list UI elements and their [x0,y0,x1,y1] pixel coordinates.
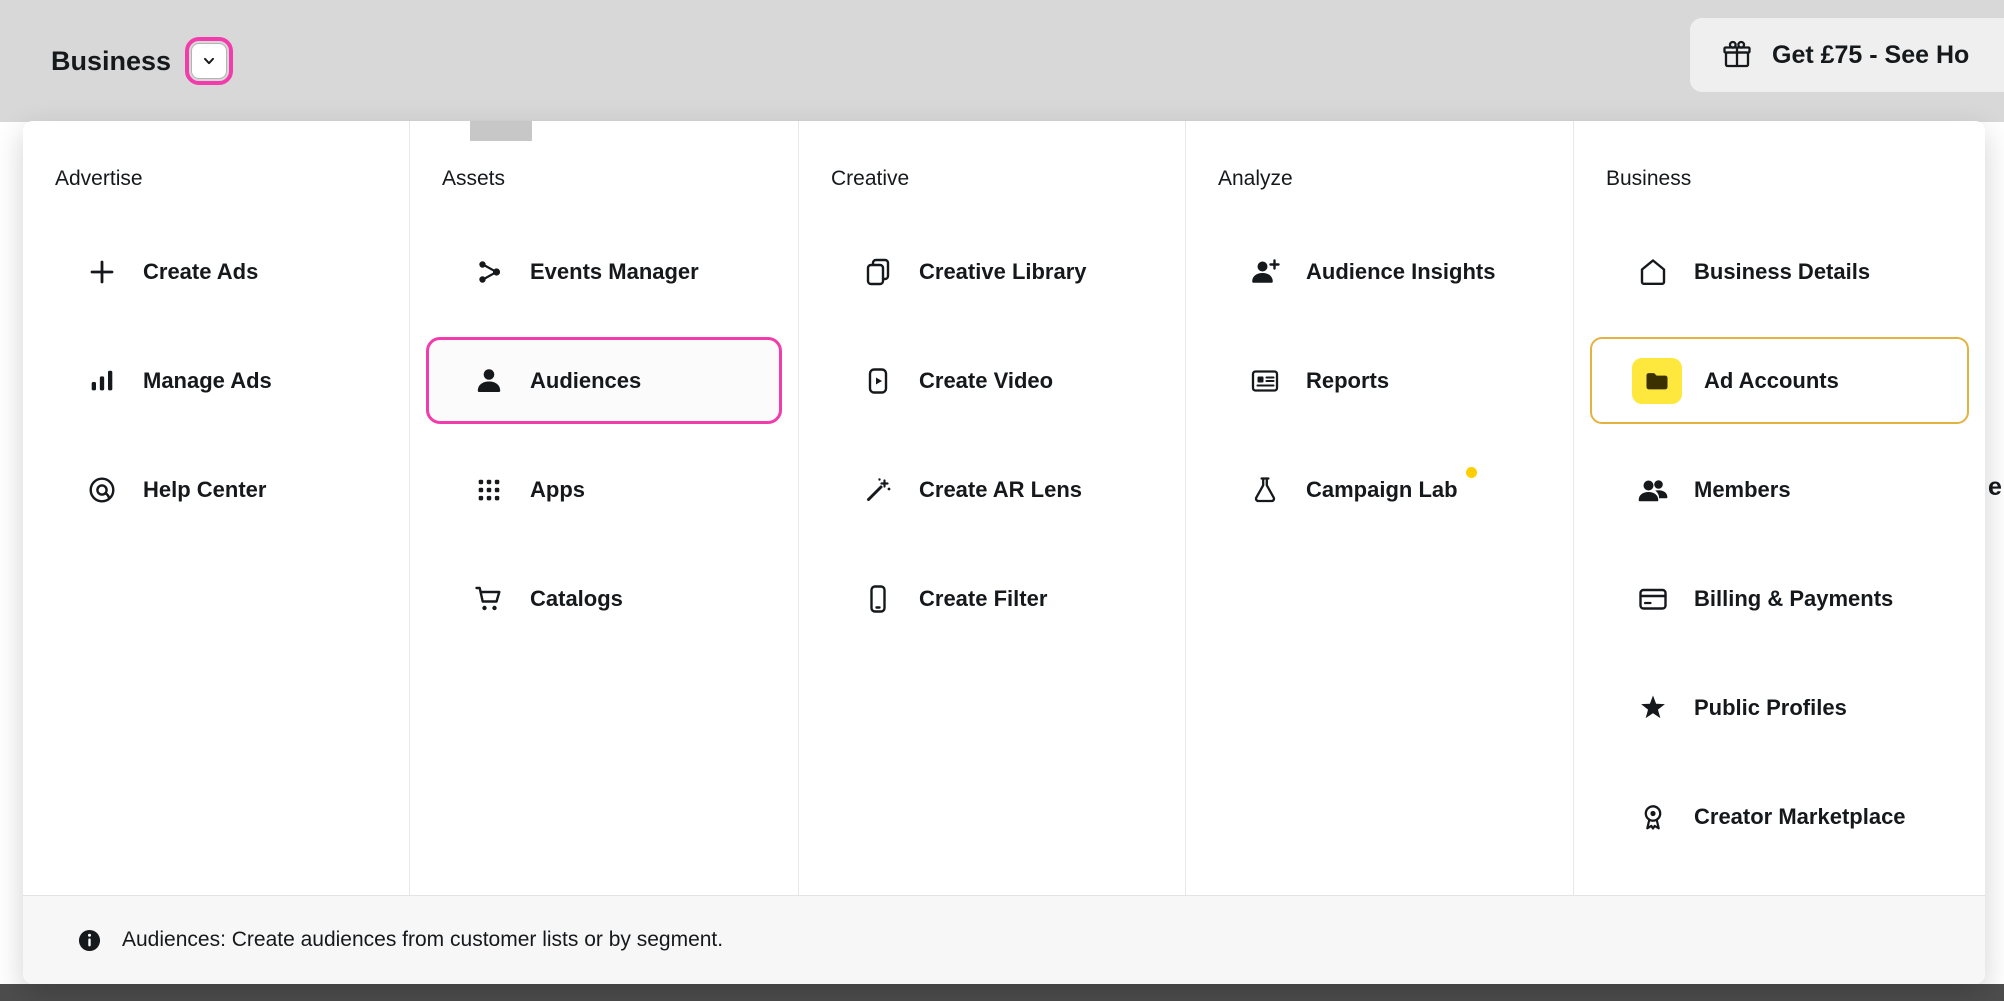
column-title: Advertise [23,167,409,195]
menu-item-label: Audiences [530,368,641,394]
column-advertise: Advertise Create Ads Manage Ads [23,121,409,895]
business-menu-label: Business [51,46,171,77]
menu-item-label: Create Video [919,368,1053,394]
menu-item-audience-insights[interactable]: Audience Insights [1186,217,1573,326]
menu-item-create-filter[interactable]: Create Filter [799,544,1185,653]
nodes-icon [470,256,508,288]
menu-item-label: Public Profiles [1694,695,1847,721]
page-bottom-strip [0,984,2004,1001]
menu-list: Create Ads Manage Ads Help Center [23,217,409,544]
bar-chart-icon [83,366,121,396]
menu-list: Audience Insights Reports Campaign Lab [1186,217,1573,544]
menu-item-label: Create Filter [919,586,1047,612]
plus-icon [83,256,121,288]
menu-item-label: Events Manager [530,259,699,285]
menu-item-create-ar-lens[interactable]: Create AR Lens [799,435,1185,544]
menu-item-members[interactable]: Members [1574,435,1985,544]
menu-item-label: Reports [1306,368,1389,394]
menu-item-label: Billing & Payments [1694,586,1893,612]
menu-item-billing-payments[interactable]: Billing & Payments [1574,544,1985,653]
new-indicator-dot [1466,467,1477,478]
column-analyze: Analyze Audience Insights Reports [1185,121,1573,895]
info-icon [70,927,108,954]
chevron-down-icon [190,51,228,71]
column-title: Assets [410,167,798,195]
screen: Business Get £75 - See Ho [0,0,2004,1001]
business-menu-chevron-button[interactable] [191,43,227,79]
menu-columns: Advertise Create Ads Manage Ads [23,121,1985,895]
menu-item-label: Creator Marketplace [1694,804,1906,830]
menu-item-apps[interactable]: Apps [410,435,798,544]
menu-item-label: Members [1694,477,1791,503]
menu-item-label: Audience Insights [1306,259,1495,285]
award-icon [1634,801,1672,833]
promo-label: Get £75 - See Ho [1772,41,1969,70]
report-icon [1246,365,1284,397]
menu-item-public-profiles[interactable]: Public Profiles [1574,653,1985,762]
column-title: Business [1574,167,1985,195]
menu-footer-description: Audiences: Create audiences from custome… [122,928,723,952]
menu-item-creative-library[interactable]: Creative Library [799,217,1185,326]
menu-item-events-manager[interactable]: Events Manager [410,217,798,326]
menu-list: Events Manager Audiences Apps [410,217,798,653]
copy-icon [859,256,897,288]
menu-item-label: Ad Accounts [1704,368,1839,394]
menu-item-label: Campaign Lab [1306,477,1458,503]
flask-icon [1246,474,1284,506]
menu-item-label: Create Ads [143,259,258,285]
phone-icon [859,583,897,615]
menu-list: Creative Library Create Video Create AR … [799,217,1185,653]
top-bar: Business Get £75 - See Ho [0,0,2004,122]
grid-icon [470,475,508,505]
menu-item-label: Apps [530,477,585,503]
card-icon [1634,583,1672,615]
home-icon [1634,256,1672,288]
menu-item-label: Business Details [1694,259,1870,285]
person-icon [470,365,508,397]
wand-icon [859,474,897,506]
video-icon [859,365,897,397]
business-menu-trigger[interactable]: Business [51,0,227,122]
menu-item-label: Help Center [143,477,266,503]
column-title: Analyze [1186,167,1573,195]
business-mega-menu: Advertise Create Ads Manage Ads [23,121,1985,984]
menu-item-creator-marketplace[interactable]: Creator Marketplace [1574,762,1985,871]
menu-item-catalogs[interactable]: Catalogs [410,544,798,653]
menu-item-ad-accounts-highlighted[interactable]: Ad Accounts [1590,337,1969,424]
menu-item-label: Catalogs [530,586,623,612]
cart-icon [470,583,508,615]
folder-icon-badge [1632,358,1682,404]
help-icon [83,474,121,506]
menu-footer: Audiences: Create audiences from custome… [23,895,1985,984]
menu-item-create-ads[interactable]: Create Ads [23,217,409,326]
menu-item-campaign-lab[interactable]: Campaign Lab [1186,435,1573,544]
menu-item-business-details[interactable]: Business Details [1574,217,1985,326]
menu-item-reports[interactable]: Reports [1186,326,1573,435]
column-creative: Creative Creative Library Create Video [798,121,1185,895]
gift-icon [1718,39,1756,71]
column-business: Business Business Details Ad Accounts [1573,121,1985,895]
star-icon [1634,692,1672,724]
column-assets: Assets Events Manager Audiences [409,121,798,895]
person-plus-icon [1246,256,1284,288]
menu-item-manage-ads[interactable]: Manage Ads [23,326,409,435]
column-title: Creative [799,167,1185,195]
menu-item-audiences-selected[interactable]: Audiences [426,337,782,424]
promo-button[interactable]: Get £75 - See Ho [1690,18,2004,92]
menu-item-label: Create AR Lens [919,477,1082,503]
menu-list: Business Details Ad Accounts Members [1574,217,1985,871]
page-fragment-bar [470,121,532,141]
page-fragment-letter: e [1988,473,2002,502]
menu-item-help-center[interactable]: Help Center [23,435,409,544]
menu-item-label: Manage Ads [143,368,272,394]
people-icon [1634,474,1672,506]
menu-item-create-video[interactable]: Create Video [799,326,1185,435]
menu-item-label: Creative Library [919,259,1087,285]
